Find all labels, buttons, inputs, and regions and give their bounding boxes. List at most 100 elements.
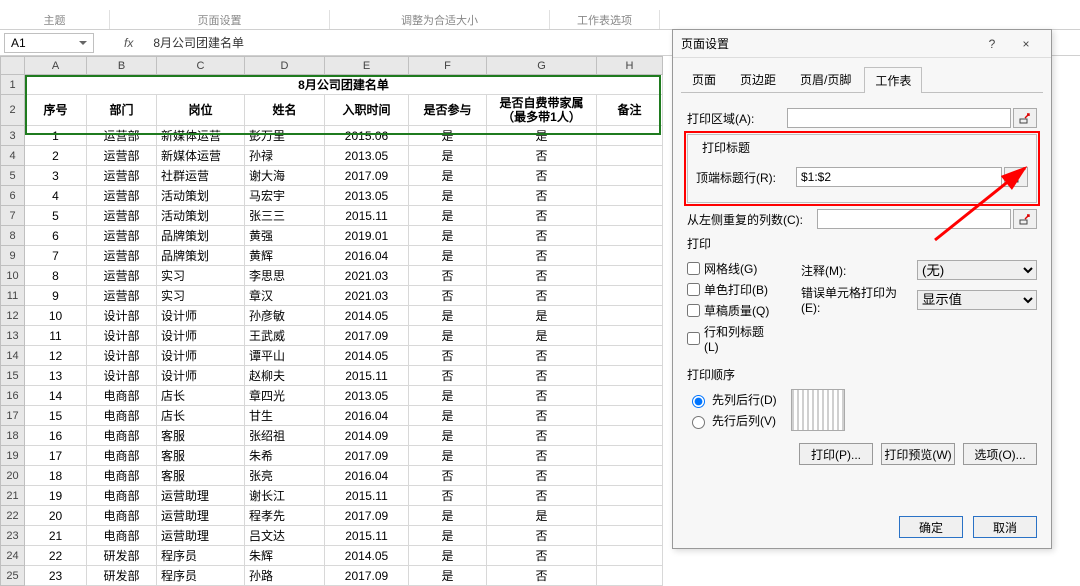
data-cell[interactable]: 9	[25, 286, 87, 306]
col-header-E[interactable]: E	[325, 57, 409, 75]
data-cell[interactable]: 是	[409, 226, 487, 246]
errors-select[interactable]: 显示值	[917, 290, 1037, 310]
row-header[interactable]: 16	[1, 386, 25, 406]
data-cell[interactable]: 是	[409, 506, 487, 526]
row-header[interactable]: 22	[1, 506, 25, 526]
col-header-B[interactable]: B	[87, 57, 157, 75]
chk-rowcol[interactable]: 行和列标题(L)	[687, 323, 771, 354]
data-cell[interactable]	[597, 526, 663, 546]
data-cell[interactable]: 运营部	[87, 166, 157, 186]
row-header[interactable]: 5	[1, 166, 25, 186]
help-button[interactable]: ?	[975, 32, 1009, 56]
data-cell[interactable]: 社群运营	[157, 166, 245, 186]
row-header[interactable]: 13	[1, 326, 25, 346]
row-header[interactable]: 24	[1, 546, 25, 566]
chk-draft[interactable]: 草稿质量(Q)	[687, 302, 771, 319]
data-cell[interactable]: 王武威	[245, 326, 325, 346]
data-cell[interactable]: 设计师	[157, 346, 245, 366]
tab-page[interactable]: 页面	[681, 66, 727, 92]
data-cell[interactable]: 章汉	[245, 286, 325, 306]
data-cell[interactable]	[597, 426, 663, 446]
tab-headerfooter[interactable]: 页眉/页脚	[789, 66, 862, 92]
data-cell[interactable]	[597, 246, 663, 266]
data-cell[interactable]: 否	[487, 186, 597, 206]
data-cell[interactable]: 是	[409, 146, 487, 166]
left-cols-input[interactable]	[817, 209, 1011, 229]
data-cell[interactable]: 程序员	[157, 546, 245, 566]
data-cell[interactable]: 客服	[157, 446, 245, 466]
data-cell[interactable]: 否	[409, 346, 487, 366]
data-cell[interactable]: 吕文达	[245, 526, 325, 546]
data-cell[interactable]: 2016.04	[325, 466, 409, 486]
range-picker-icon[interactable]	[1013, 108, 1037, 128]
data-cell[interactable]: 孙禄	[245, 146, 325, 166]
data-cell[interactable]: 否	[487, 226, 597, 246]
data-cell[interactable]: 运营部	[87, 266, 157, 286]
data-cell[interactable]: 新媒体运营	[157, 146, 245, 166]
data-cell[interactable]	[597, 126, 663, 146]
chk-bw[interactable]: 单色打印(B)	[687, 281, 771, 298]
ok-button[interactable]: 确定	[899, 516, 963, 538]
data-cell[interactable]: 是	[409, 326, 487, 346]
range-picker-icon[interactable]	[1013, 209, 1037, 229]
radio-down-over[interactable]: 先列后行(D)	[687, 391, 777, 408]
data-cell[interactable]	[597, 346, 663, 366]
chk-gridlines[interactable]: 网格线(G)	[687, 260, 771, 277]
data-cell[interactable]: 店长	[157, 386, 245, 406]
data-cell[interactable]: 电商部	[87, 506, 157, 526]
top-rows-input[interactable]	[796, 167, 1002, 187]
col-header-F[interactable]: F	[409, 57, 487, 75]
col-header-D[interactable]: D	[245, 57, 325, 75]
data-cell[interactable]: 19	[25, 486, 87, 506]
data-cell[interactable]: 2017.09	[325, 326, 409, 346]
data-cell[interactable]: 12	[25, 346, 87, 366]
data-cell[interactable]: 谢大海	[245, 166, 325, 186]
radio-over-down[interactable]: 先行后列(V)	[687, 412, 777, 429]
data-cell[interactable]: 设计部	[87, 326, 157, 346]
data-cell[interactable]: 活动策划	[157, 186, 245, 206]
ribbon-group-page-setup[interactable]: 页面设置	[110, 10, 330, 29]
ribbon-group-theme[interactable]: 主题	[0, 10, 110, 29]
data-cell[interactable]: 2016.04	[325, 246, 409, 266]
comments-select[interactable]: (无)	[917, 260, 1037, 280]
row-header[interactable]: 19	[1, 446, 25, 466]
data-cell[interactable]	[597, 466, 663, 486]
data-cell[interactable]: 2019.01	[325, 226, 409, 246]
row-header[interactable]: 3	[1, 126, 25, 146]
table-header[interactable]: 入职时间	[325, 95, 409, 126]
data-cell[interactable]: 5	[25, 206, 87, 226]
table-header[interactable]: 部门	[87, 95, 157, 126]
data-cell[interactable]: 否	[409, 366, 487, 386]
data-cell[interactable]: 谭平山	[245, 346, 325, 366]
data-cell[interactable]: 否	[487, 546, 597, 566]
data-cell[interactable]: 孙彦敏	[245, 306, 325, 326]
data-cell[interactable]: 15	[25, 406, 87, 426]
ribbon-group-sheet-options[interactable]: 工作表选项	[550, 10, 660, 29]
data-cell[interactable]: 13	[25, 366, 87, 386]
data-cell[interactable]: 否	[487, 366, 597, 386]
ribbon-group-scale[interactable]: 调整为合适大小	[330, 10, 550, 29]
data-cell[interactable]: 否	[487, 406, 597, 426]
tab-margins[interactable]: 页边距	[729, 66, 787, 92]
data-cell[interactable]: 运营部	[87, 186, 157, 206]
data-cell[interactable]: 章四光	[245, 386, 325, 406]
data-cell[interactable]: 2013.05	[325, 146, 409, 166]
data-cell[interactable]: 7	[25, 246, 87, 266]
range-picker-icon[interactable]	[1004, 167, 1028, 187]
data-cell[interactable]: 品牌策划	[157, 246, 245, 266]
data-cell[interactable]: 实习	[157, 286, 245, 306]
data-cell[interactable]: 客服	[157, 426, 245, 446]
data-cell[interactable]: 21	[25, 526, 87, 546]
data-cell[interactable]: 是	[409, 186, 487, 206]
row-header[interactable]: 18	[1, 426, 25, 446]
data-cell[interactable]: 黄强	[245, 226, 325, 246]
data-cell[interactable]: 2017.09	[325, 446, 409, 466]
data-cell[interactable]: 16	[25, 426, 87, 446]
data-cell[interactable]: 否	[487, 246, 597, 266]
data-cell[interactable]	[597, 366, 663, 386]
col-header-C[interactable]: C	[157, 57, 245, 75]
data-cell[interactable]: 朱辉	[245, 546, 325, 566]
table-header[interactable]: 序号	[25, 95, 87, 126]
data-cell[interactable]: 研发部	[87, 546, 157, 566]
tab-sheet[interactable]: 工作表	[864, 67, 922, 93]
